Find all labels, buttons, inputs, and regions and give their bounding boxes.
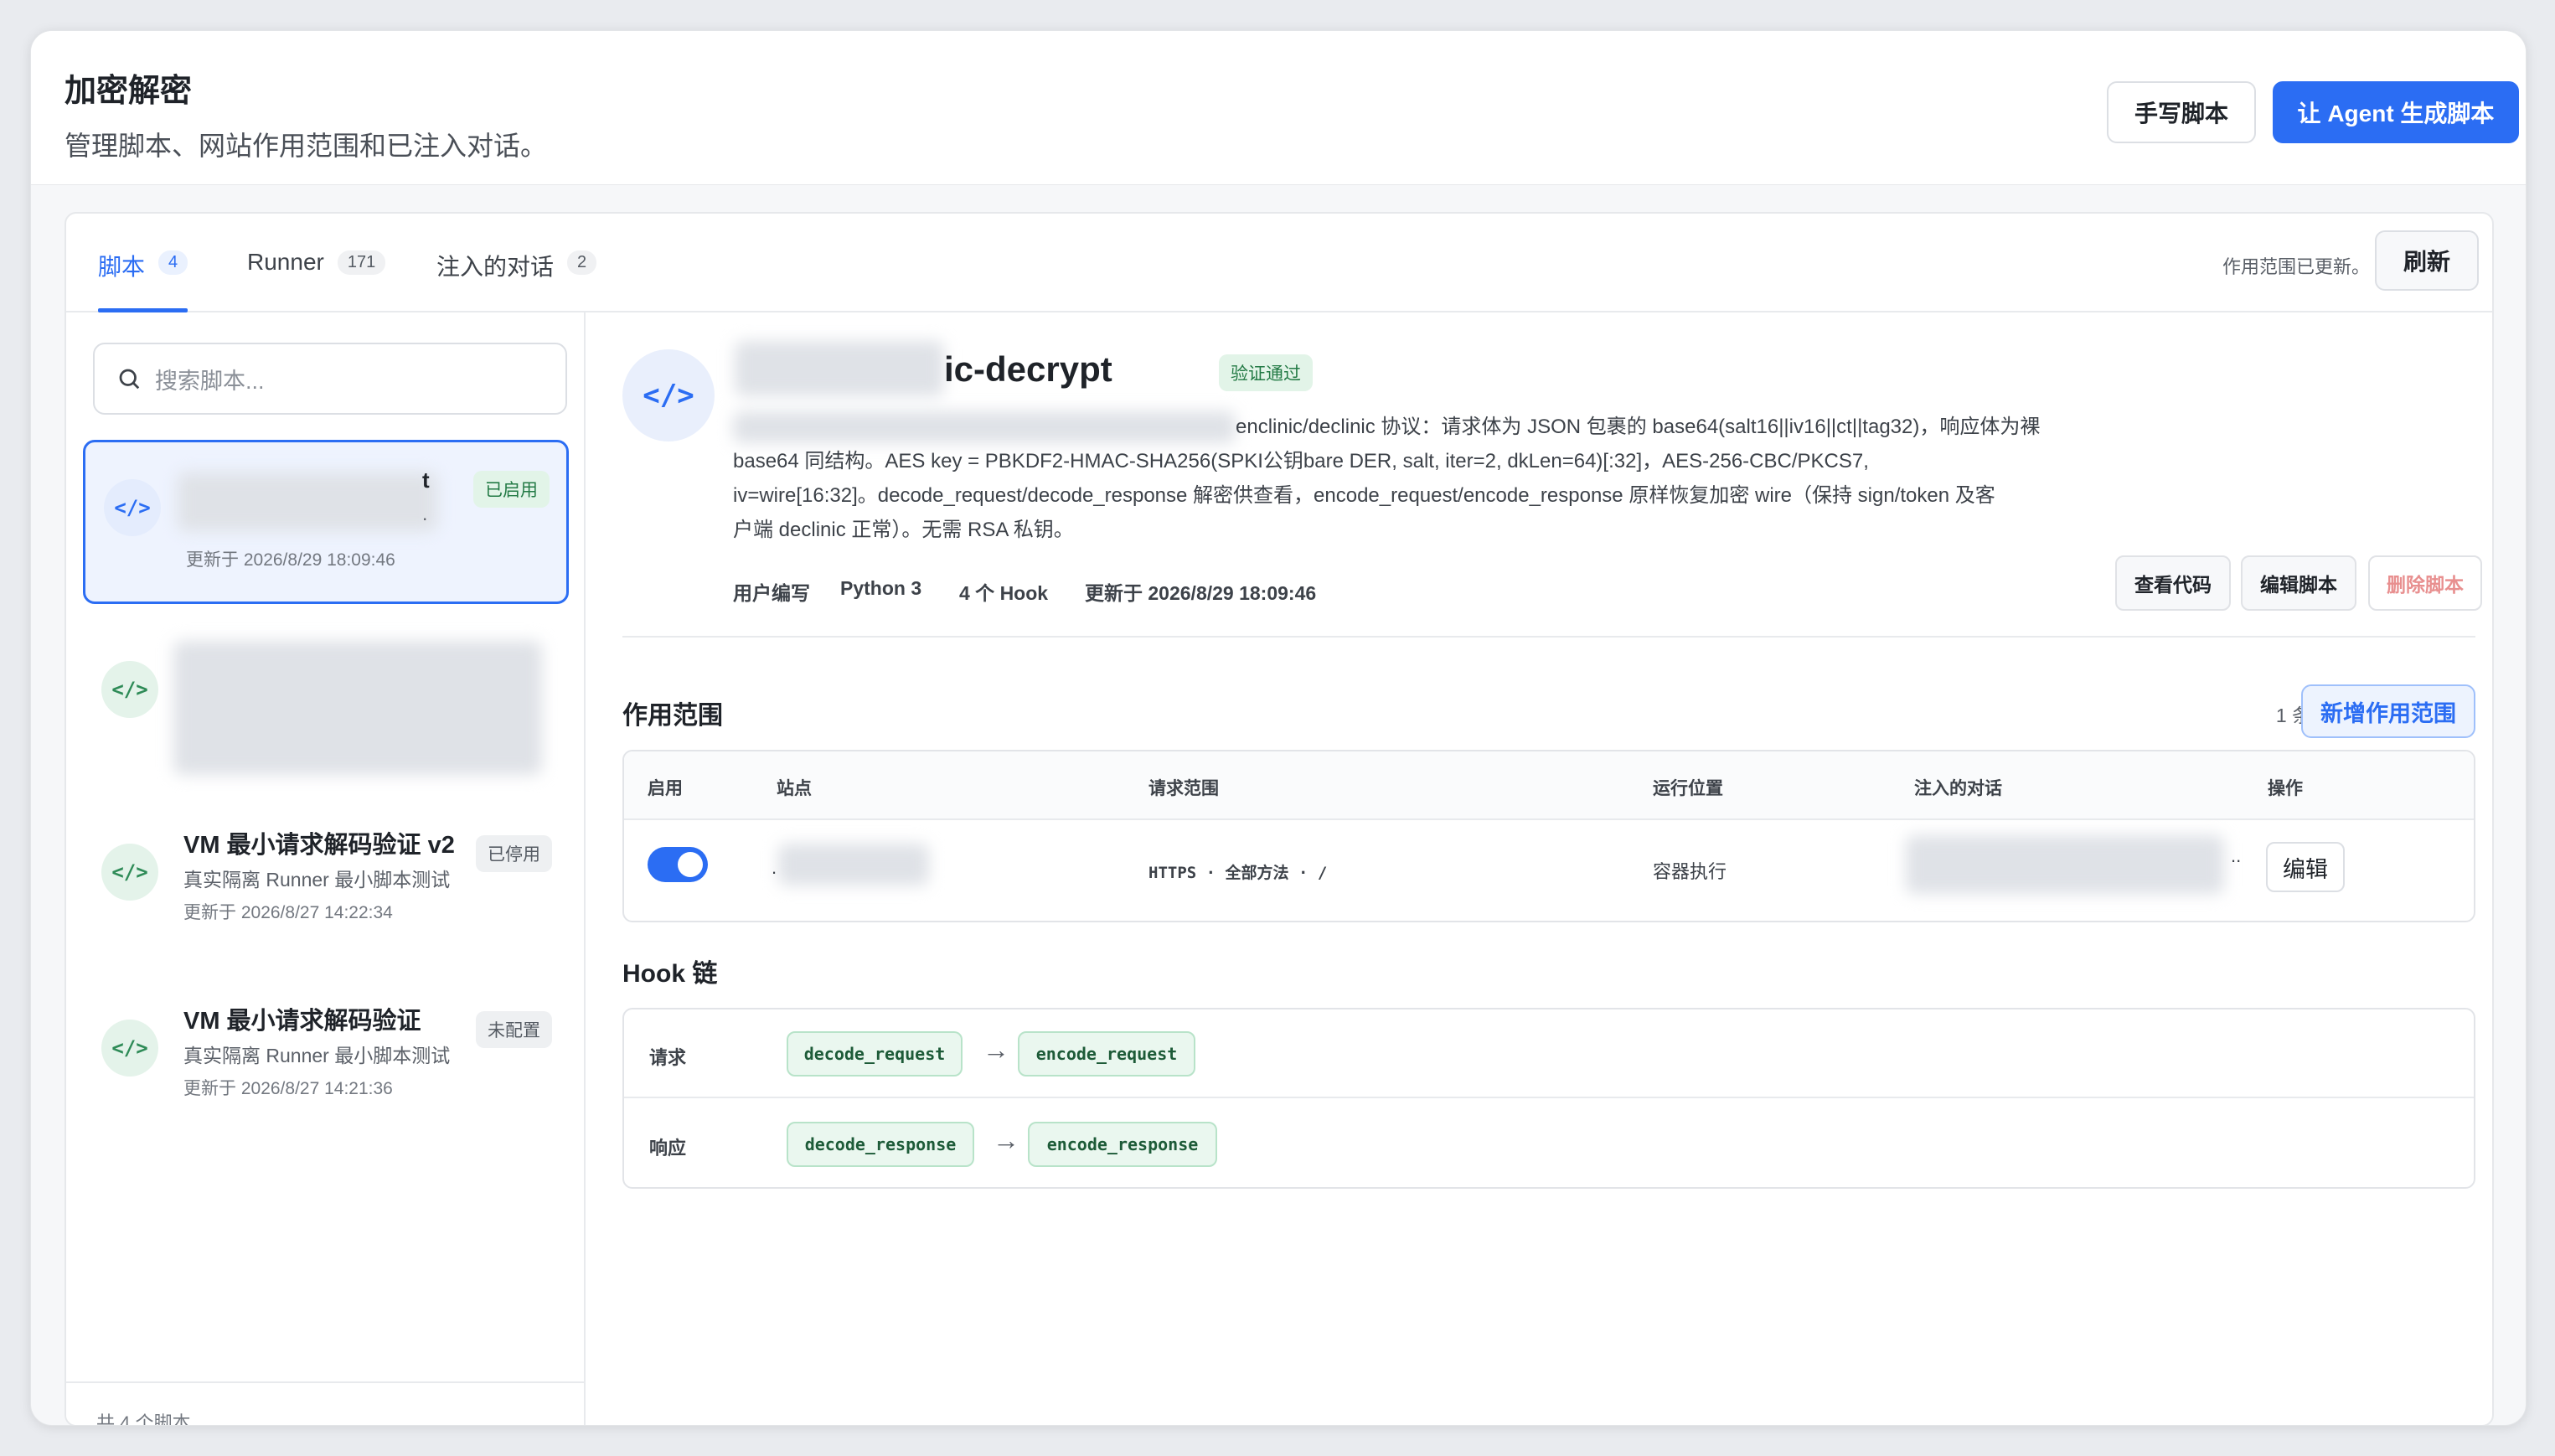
script-description: . bbox=[422, 503, 428, 524]
arrow-right-icon: → bbox=[983, 1035, 1009, 1065]
description-line: enclinic/declinic 协议：请求体为 JSON 包裹的 base6… bbox=[1236, 416, 2041, 438]
script-description: 真实隔离 Runner 最小脚本测试 bbox=[183, 1045, 451, 1066]
request-hook-row: 请求 decode_request → encode_request bbox=[624, 1009, 2474, 1098]
site-cell: . bbox=[772, 857, 777, 878]
app-window: 加密解密 管理脚本、网站作用范围和已注入对话。 手写脚本 让 Agent 生成脚… bbox=[30, 30, 2527, 1426]
view-code-button[interactable]: 查看代码 bbox=[2115, 555, 2231, 611]
script-list-item[interactable]: </> bbox=[83, 624, 569, 788]
search-input[interactable]: 搜索脚本... bbox=[93, 343, 567, 415]
language-meta: Python 3 bbox=[840, 577, 922, 599]
script-count-footer: 共 4 个脚本 bbox=[66, 1381, 584, 1425]
tab-runner[interactable]: Runner 171 bbox=[247, 249, 386, 312]
divider bbox=[622, 636, 2475, 638]
script-updated-time: 更新于 2026/8/29 18:09:46 bbox=[186, 550, 395, 570]
script-detail: </> ic-decrypt 验证通过 enclinic/declinic 协议… bbox=[586, 312, 2492, 1425]
script-list-item[interactable]: </> VM 最小请求解码验证 v2 真实隔离 Runner 最小脚本测试 更新… bbox=[83, 807, 569, 971]
edit-script-button[interactable]: 编辑脚本 bbox=[2241, 555, 2356, 611]
redacted-conversation bbox=[1906, 835, 2224, 894]
code-icon: </> bbox=[101, 661, 158, 718]
script-list-item[interactable]: </> t . 更新于 2026/8/29 18:09:46 已启用 bbox=[83, 440, 569, 604]
redacted-content bbox=[173, 641, 542, 775]
status-badge: 已停用 bbox=[476, 835, 552, 872]
page-title: 加密解密 bbox=[65, 74, 193, 109]
tab-scripts-label: 脚本 bbox=[98, 254, 146, 280]
code-icon: </> bbox=[101, 1020, 158, 1077]
conversation-cell: .. bbox=[2231, 845, 2242, 866]
location-cell: 容器执行 bbox=[1653, 861, 1727, 882]
response-label: 响应 bbox=[649, 1138, 687, 1159]
search-placeholder: 搜索脚本... bbox=[155, 368, 265, 394]
description-line: base64 同结构。AES key = PBKDF2-HMAC-SHA256(… bbox=[733, 450, 1869, 472]
redacted-site bbox=[778, 844, 929, 885]
table-header: 启用 站点 请求范围 运行位置 注入的对话 操作 bbox=[624, 751, 2474, 820]
column-header: 请求范围 bbox=[1148, 779, 1219, 798]
manual-script-button[interactable]: 手写脚本 bbox=[2107, 81, 2256, 143]
column-header: 启用 bbox=[648, 779, 683, 798]
enable-toggle[interactable] bbox=[648, 847, 708, 882]
script-updated-time: 更新于 2026/8/27 14:22:34 bbox=[183, 903, 393, 922]
add-scope-button[interactable]: 新增作用范围 bbox=[2301, 684, 2475, 738]
hook-chain: 请求 decode_request → encode_request 响应 de… bbox=[622, 1008, 2475, 1189]
status-badge: 未配置 bbox=[476, 1011, 552, 1048]
scope-section-title: 作用范围 bbox=[622, 702, 723, 730]
refresh-button[interactable]: 刷新 bbox=[2375, 230, 2479, 291]
redacted-name bbox=[178, 472, 437, 531]
request-scope-cell: HTTPS · 全部方法 · / bbox=[1148, 864, 1328, 882]
script-title: ic-decrypt bbox=[944, 349, 1112, 389]
tab-conversations-label: 注入的对话 bbox=[436, 254, 555, 280]
script-list-item[interactable]: </> VM 最小请求解码验证 真实隔离 Runner 最小脚本测试 更新于 2… bbox=[83, 983, 569, 1147]
scope-table: 启用 站点 请求范围 运行位置 注入的对话 操作 . HTTPS · 全部方法 … bbox=[622, 750, 2475, 922]
hook-chip[interactable]: encode_response bbox=[1028, 1122, 1217, 1167]
verified-badge: 验证通过 bbox=[1219, 354, 1313, 391]
hook-count-meta: 4 个 Hook bbox=[959, 582, 1049, 604]
code-icon: </> bbox=[622, 349, 715, 441]
tab-scripts[interactable]: 脚本 4 bbox=[98, 249, 188, 312]
agent-generate-script-button[interactable]: 让 Agent 生成脚本 bbox=[2273, 81, 2519, 143]
request-label: 请求 bbox=[649, 1047, 687, 1068]
tab-scripts-count: 4 bbox=[158, 250, 188, 275]
hook-chip[interactable]: decode_response bbox=[787, 1122, 974, 1167]
script-description: enclinic/declinic 协议：请求体为 JSON 包裹的 base6… bbox=[733, 410, 2090, 547]
search-icon bbox=[119, 369, 140, 390]
script-updated-time: 更新于 2026/8/27 14:21:36 bbox=[183, 1079, 393, 1098]
status-badge: 已启用 bbox=[473, 471, 550, 508]
description-line: 户端 declinic 正常）。无需 RSA 私钥。 bbox=[733, 519, 1074, 541]
script-description: 真实隔离 Runner 最小脚本测试 bbox=[183, 869, 451, 891]
arrow-right-icon: → bbox=[993, 1125, 1019, 1155]
hook-chip[interactable]: decode_request bbox=[787, 1031, 963, 1077]
column-header: 运行位置 bbox=[1653, 779, 1723, 798]
status-note: 作用范围已更新。 bbox=[2222, 256, 2370, 277]
code-icon: </> bbox=[104, 479, 161, 536]
hook-section-title: Hook 链 bbox=[622, 960, 718, 988]
tab-injected-conversations[interactable]: 注入的对话 2 bbox=[436, 249, 597, 312]
page-subtitle: 管理脚本、网站作用范围和已注入对话。 bbox=[65, 131, 548, 161]
author-meta: 用户编写 bbox=[733, 582, 810, 604]
tab-bar: 脚本 4 Runner 171 注入的对话 2 作用范围已更新。 刷新 bbox=[66, 214, 2492, 312]
redacted-title bbox=[735, 341, 944, 396]
code-icon: </> bbox=[101, 844, 158, 901]
updated-meta: 更新于 2026/8/29 18:09:46 bbox=[1085, 582, 1317, 604]
delete-script-button[interactable]: 删除脚本 bbox=[2368, 555, 2482, 611]
description-line: iv=wire[16:32]。decode_request/decode_res… bbox=[733, 484, 1995, 507]
response-hook-row: 响应 decode_response → encode_response bbox=[624, 1100, 2474, 1187]
column-header: 操作 bbox=[2268, 779, 2303, 798]
script-sidebar: 搜索脚本... </> t . 更新于 2026/8/29 18:09:46 已… bbox=[66, 312, 586, 1425]
tab-conversations-count: 2 bbox=[567, 250, 597, 275]
script-name: t bbox=[422, 467, 430, 493]
script-name: VM 最小请求解码验证 bbox=[183, 1008, 421, 1035]
column-header: 站点 bbox=[777, 779, 812, 798]
script-name: VM 最小请求解码验证 v2 bbox=[183, 832, 455, 859]
hook-chip[interactable]: encode_request bbox=[1018, 1031, 1195, 1077]
tab-runner-label: Runner bbox=[247, 249, 324, 275]
tab-runner-count: 171 bbox=[337, 250, 386, 275]
edit-scope-button[interactable]: 编辑 bbox=[2266, 842, 2345, 892]
page-header: 加密解密 管理脚本、网站作用范围和已注入对话。 手写脚本 让 Agent 生成脚… bbox=[31, 31, 2526, 185]
main-card: 脚本 4 Runner 171 注入的对话 2 作用范围已更新。 刷新 搜索脚本… bbox=[65, 212, 2494, 1425]
column-header: 注入的对话 bbox=[1914, 779, 2002, 798]
